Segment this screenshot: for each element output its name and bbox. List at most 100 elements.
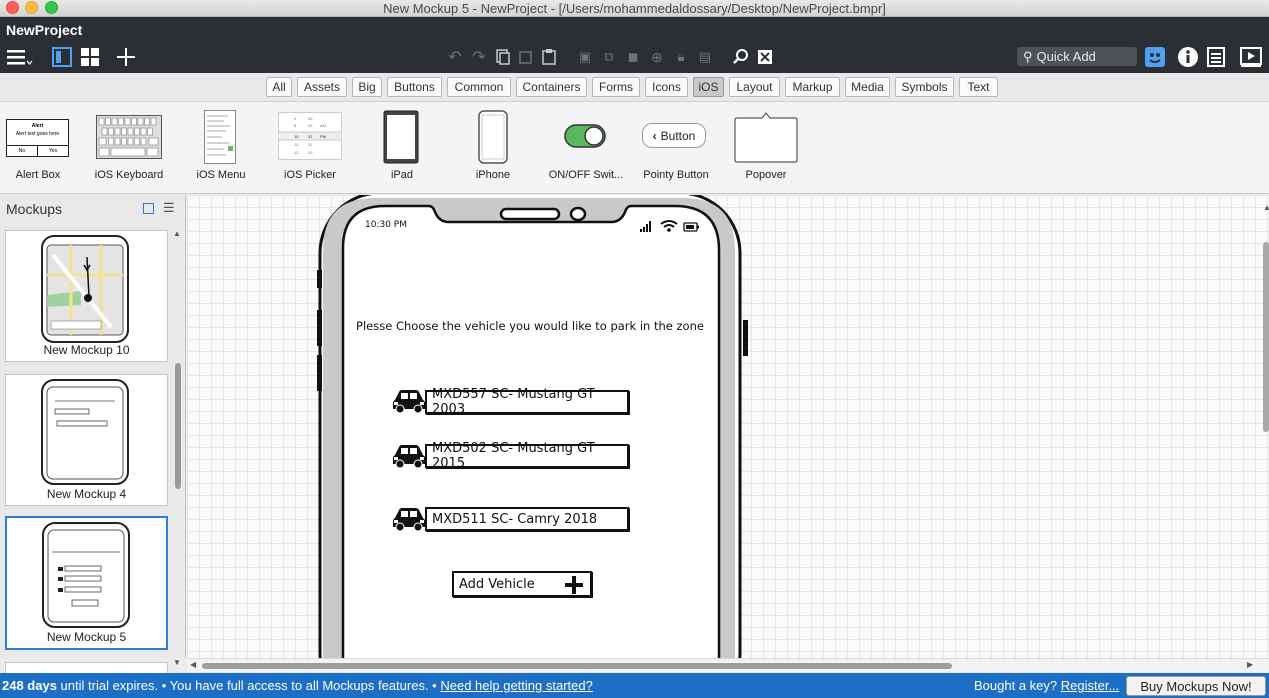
svg-text:PM: PM [320, 134, 326, 139]
form-mockup-preview [41, 379, 129, 485]
status-bar-icons [640, 220, 699, 232]
paste-icon[interactable] [541, 48, 557, 66]
category-tab-common[interactable]: Common [447, 77, 511, 97]
category-tab-symbols[interactable]: Symbols [895, 77, 954, 97]
ipad-preview-icon [383, 110, 419, 164]
clear-markup-icon[interactable] [756, 48, 774, 66]
quick-add-placeholder: Quick Add [1036, 49, 1096, 64]
svg-text:10: 10 [294, 134, 299, 139]
add-mockup-icon[interactable] [116, 47, 136, 67]
vehicle-plate-1[interactable]: MXD557 SC- Mustang GT 2003 [425, 387, 629, 417]
category-tab-layout[interactable]: Layout [729, 77, 780, 97]
toggle-switch-icon [564, 124, 606, 148]
lock-icon[interactable]: 🔒︎ [672, 48, 690, 66]
undo-icon[interactable]: ↶ [446, 48, 464, 66]
category-tab-buttons[interactable]: Buttons [387, 77, 442, 97]
component-ios-menu[interactable]: iOS Menu [192, 102, 250, 194]
redo-icon[interactable]: ↷ [470, 48, 488, 66]
category-tab-text[interactable]: Text [959, 77, 998, 97]
svg-text:29: 29 [308, 123, 313, 128]
register-link[interactable]: Register... [1061, 678, 1120, 693]
category-tab-markup[interactable]: Markup [785, 77, 840, 97]
ungroup-icon[interactable]: ⧉ [600, 48, 618, 66]
component-ios-keyboard[interactable]: iOS Keyboard [92, 102, 166, 194]
buy-mockups-button[interactable]: Buy Mockups Now! [1126, 676, 1266, 696]
scroll-down-icon[interactable]: ▼ [173, 658, 181, 667]
presentation-icon[interactable] [1240, 46, 1262, 68]
user-profile-icon[interactable] [1144, 46, 1166, 68]
mockup-label: New Mockup 10 [43, 343, 130, 357]
add-vehicle-label: Add Vehicle [459, 576, 535, 592]
ios-menu-preview-icon [204, 110, 236, 164]
list-view-icon[interactable]: ☰ [163, 201, 175, 215]
mockup-canvas[interactable]: 10:30 PM Plesse Choose the vehicle you w… [187, 195, 1269, 658]
vehicle-mockup-preview [42, 522, 130, 628]
mockup-thumbnail-new-mockup-10[interactable]: New Mockup 10 [5, 230, 168, 362]
app-toolbar: NewProject ↶ ↷ ▣ ⧉ ◼ ⊕ 🔒︎ ▤ ⚲ Quick Add [0, 17, 1269, 73]
component-label: ON/OFF Swit... [548, 169, 624, 181]
car-icon [393, 508, 425, 532]
trial-days: 248 days [2, 678, 57, 693]
window-title: New Mockup 5 - NewProject - [/Users/moha… [383, 1, 886, 16]
alert-preview-no: No [7, 146, 38, 156]
map-mockup-preview [41, 235, 129, 343]
search-icon: ⚲ [1023, 48, 1033, 64]
category-bar: All Assets Big Buttons Common Containers… [0, 73, 1269, 102]
canvas-vscroll-thumb[interactable] [1263, 242, 1269, 432]
scroll-right-icon[interactable]: ▶ [1247, 660, 1253, 669]
component-on-off-switch[interactable]: ON/OFF Swit... [548, 102, 624, 194]
trash-icon[interactable]: ▤ [696, 48, 714, 66]
mockup-thumbnail-new-mockup-5[interactable]: New Mockup 5 [5, 516, 168, 650]
notes-icon[interactable] [1206, 46, 1226, 68]
key-prompt: Bought a key? [974, 678, 1058, 693]
pointy-button-preview: ‹ Button [642, 123, 706, 148]
component-label: Pointy Button [643, 169, 709, 181]
mockup-label: New Mockup 5 [46, 630, 127, 644]
quick-add-input[interactable]: ⚲ Quick Add [1017, 47, 1137, 66]
picker-preview-icon: 9 30 8 29 AM 10 31 PM 11 32 12 33 [278, 112, 342, 160]
status-time: 10:30 PM [365, 220, 407, 230]
component-ipad[interactable]: iPad [375, 102, 429, 194]
arrange-icon[interactable]: ◼ [624, 48, 642, 66]
sidebar-scrollbar[interactable]: ▲ ▼ [173, 229, 181, 667]
component-alert-box[interactable]: Alert Alert text goes here No Yes Alert … [5, 102, 71, 194]
info-icon[interactable] [1177, 46, 1199, 68]
mockup-thumbnail-new-mockup-4[interactable]: New Mockup 4 [5, 374, 168, 506]
category-tab-ios[interactable]: iOS [693, 77, 724, 97]
category-tab-big[interactable]: Big [352, 77, 382, 97]
sidebar-scroll-thumb[interactable] [175, 363, 181, 489]
component-label: iOS Menu [196, 169, 246, 181]
hamburger-menu-icon[interactable] [6, 48, 34, 68]
component-iphone[interactable]: iPhone [466, 102, 520, 194]
mockup-label: New Mockup 4 [46, 487, 127, 501]
scroll-left-icon[interactable]: ◀ [190, 660, 196, 669]
add-vehicle-button[interactable]: Add Vehicle [452, 571, 592, 597]
single-view-icon[interactable] [52, 47, 72, 67]
search-icon[interactable] [732, 48, 750, 66]
scroll-up-icon[interactable]: ▲ [173, 229, 181, 238]
component-label: Alert Box [15, 169, 61, 181]
help-link[interactable]: Need help getting started? [440, 678, 593, 693]
component-ios-picker[interactable]: 9 30 8 29 AM 10 31 PM 11 32 12 33 iOS Picker [276, 102, 344, 194]
category-tab-containers[interactable]: Containers [516, 77, 587, 97]
component-popover[interactable]: Popover [733, 102, 799, 194]
vehicle-plate-3[interactable]: MXD511 SC- Camry 2018 [425, 507, 629, 531]
trial-message: until trial expires. • You have full acc… [56, 678, 441, 693]
category-tab-forms[interactable]: Forms [592, 77, 640, 97]
vehicle-plate-2[interactable]: MXD502 SC- Mustang GT 2015 [425, 441, 629, 471]
canvas-scroll-up-icon[interactable]: ▲ [1263, 203, 1269, 212]
trial-status-bar: 248 days until trial expires. • You have… [0, 673, 1269, 698]
category-tab-icons[interactable]: Icons [645, 77, 688, 97]
canvas-hscrollbar[interactable]: ◀ ▶ [187, 658, 1269, 672]
cut-icon[interactable] [518, 48, 534, 66]
group-icon[interactable]: ▣ [576, 48, 594, 66]
align-icon[interactable]: ⊕ [648, 48, 666, 66]
category-tab-media[interactable]: Media [845, 77, 890, 97]
category-tab-assets[interactable]: Assets [297, 77, 347, 97]
thumbnail-view-icon[interactable] [143, 203, 154, 214]
copy-icon[interactable] [495, 48, 511, 66]
grid-view-icon[interactable] [80, 47, 100, 67]
canvas-hscroll-thumb[interactable] [202, 663, 952, 669]
category-tab-all[interactable]: All [266, 77, 292, 97]
component-pointy-button[interactable]: ‹ Button Pointy Button [640, 102, 712, 194]
